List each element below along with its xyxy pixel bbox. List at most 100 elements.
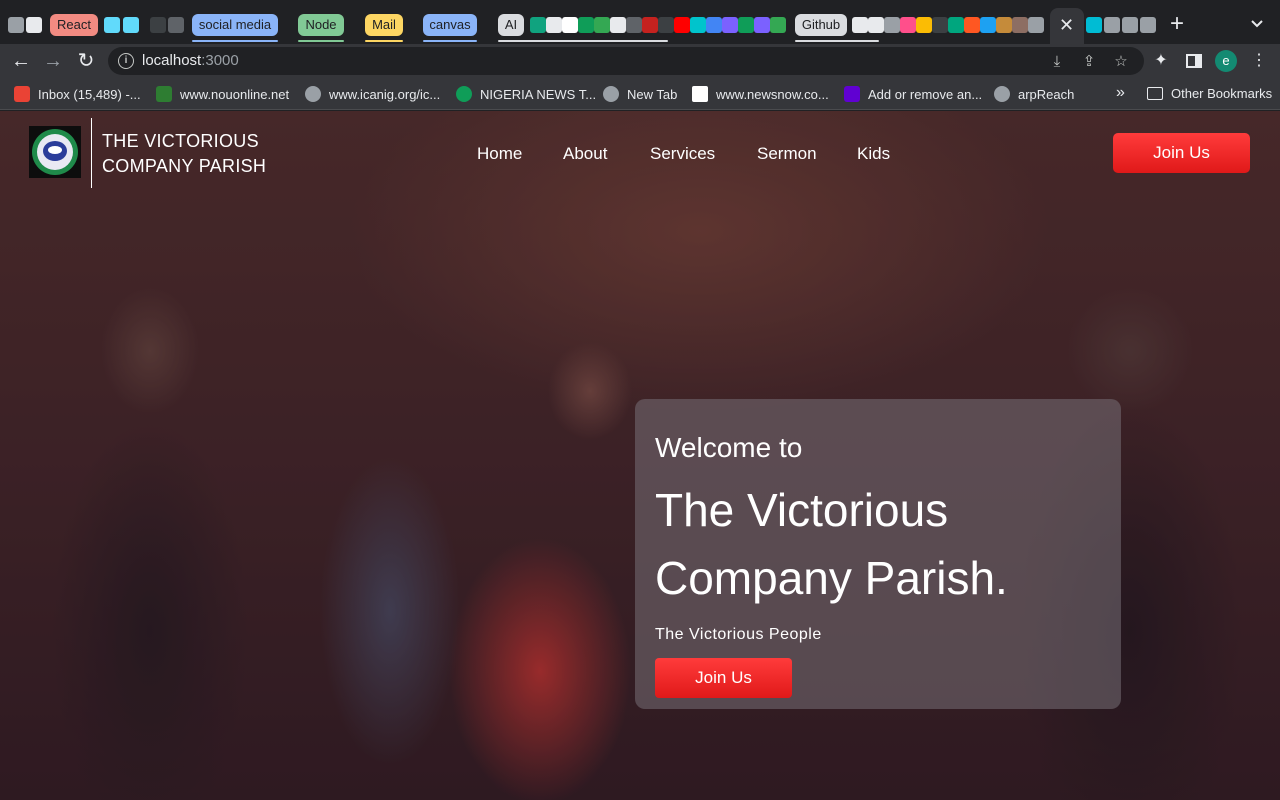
hero-section: THE VICTORIOUS COMPANY PARISH Home About… [0, 111, 1280, 800]
tab-icon[interactable] [900, 17, 916, 33]
tab-group-ai[interactable]: AI [498, 14, 524, 36]
tab-icon[interactable] [932, 17, 948, 33]
tab-icon[interactable] [964, 17, 980, 33]
more-bookmarks-button[interactable]: » [1116, 84, 1125, 102]
tab-group-mail[interactable]: Mail [365, 14, 403, 36]
tab-icon[interactable] [884, 17, 900, 33]
tab-group-social-media[interactable]: social media [192, 14, 278, 36]
maps-tab-icon[interactable] [770, 17, 786, 33]
forward-icon[interactable]: → [42, 50, 64, 72]
noun-icon [156, 86, 172, 102]
tab-strip: React social media Node Mail canvas AI G… [0, 0, 1280, 44]
new-tab-button[interactable]: + [1170, 12, 1184, 36]
tab-group-node[interactable]: Node [298, 14, 344, 36]
tab-icon[interactable] [168, 17, 184, 33]
hero-title-line1: The Victorious [655, 484, 949, 536]
hero-welcome: Welcome to [655, 432, 803, 463]
react-tab-icon[interactable] [123, 17, 139, 33]
react-tab-icon[interactable] [104, 17, 120, 33]
pinned-tab-icon[interactable] [26, 17, 42, 33]
bookmark-item[interactable]: www.nouonline.net [156, 86, 289, 102]
install-app-icon[interactable]: ⤓ [1048, 53, 1066, 71]
other-bookmarks-folder[interactable]: Other Bookmarks [1147, 86, 1272, 101]
dove-icon [48, 146, 62, 154]
active-tab[interactable]: ✕ [1050, 8, 1084, 44]
tab-icon[interactable] [690, 17, 706, 33]
tab-icon[interactable] [1140, 17, 1156, 33]
github-tab-icon[interactable] [852, 17, 868, 33]
newsnow-icon [692, 86, 708, 102]
bookmark-star-icon[interactable]: ☆ [1112, 53, 1130, 71]
tab-search-icon[interactable] [1250, 16, 1264, 30]
tab-icon[interactable] [530, 17, 546, 33]
tab-icon[interactable] [948, 17, 964, 33]
header-join-button[interactable]: Join Us [1113, 133, 1250, 173]
nav-home[interactable]: Home [477, 144, 522, 164]
bookmark-item[interactable]: NIGERIA NEWS T... [456, 86, 596, 102]
address-bar[interactable]: i localhost:3000 ⤓ ⇪ ☆ [108, 47, 1144, 75]
site-brand-name[interactable]: THE VICTORIOUS COMPANY PARISH [102, 129, 266, 179]
tab-icon[interactable] [722, 17, 738, 33]
site-info-icon[interactable]: i [118, 53, 134, 69]
tab-icon[interactable] [642, 17, 658, 33]
tab-group-canvas[interactable]: canvas [423, 14, 477, 36]
nigeria-news-icon [456, 86, 472, 102]
share-icon[interactable]: ⇪ [1080, 53, 1098, 71]
bookmark-item[interactable]: Add or remove an... [844, 86, 982, 102]
tab-group-underline [795, 40, 879, 42]
tab-group-github[interactable]: Github [795, 14, 847, 36]
tab-icon[interactable] [996, 17, 1012, 33]
brand-divider [91, 118, 92, 188]
extensions-icon[interactable]: ✦ [1152, 52, 1170, 70]
nav-about[interactable]: About [563, 144, 607, 164]
tab-icon[interactable] [1104, 17, 1120, 33]
tab-group-underline [423, 40, 477, 42]
close-tab-icon[interactable]: ✕ [1059, 15, 1074, 35]
profile-avatar[interactable]: e [1215, 50, 1237, 72]
youtube-tab-icon[interactable] [674, 17, 690, 33]
hero-join-button[interactable]: Join Us [655, 658, 792, 698]
hero-card: Welcome to The Victorious Company Parish… [635, 399, 1121, 709]
tab-icon[interactable] [578, 17, 594, 33]
yahoo-icon [844, 86, 860, 102]
church-logo[interactable] [29, 126, 81, 178]
tab-icon[interactable] [626, 17, 642, 33]
tab-group-react[interactable]: React [50, 14, 98, 36]
globe-icon [603, 86, 619, 102]
bookmark-item[interactable]: www.newsnow.co... [692, 86, 829, 102]
address-url[interactable]: localhost:3000 [142, 52, 239, 69]
tab-group-underline [498, 40, 668, 42]
tab-group-underline [365, 40, 403, 42]
tab-icon[interactable] [562, 17, 578, 33]
side-panel-icon[interactable] [1185, 52, 1203, 70]
tab-icon[interactable] [916, 17, 932, 33]
bookmark-item[interactable]: arpReach [994, 86, 1074, 102]
nav-services[interactable]: Services [650, 144, 715, 164]
nav-sermon[interactable]: Sermon [757, 144, 817, 164]
tab-icon[interactable] [546, 17, 562, 33]
tab-icon[interactable] [1012, 17, 1028, 33]
reload-icon[interactable]: ↻ [75, 50, 97, 72]
tab-icon[interactable] [610, 17, 626, 33]
bookmark-item[interactable]: New Tab [603, 86, 677, 102]
github-tab-icon[interactable] [868, 17, 884, 33]
back-icon[interactable]: ← [10, 50, 32, 72]
twitter-tab-icon[interactable] [980, 17, 996, 33]
tab-icon[interactable] [1122, 17, 1138, 33]
tab-icon[interactable] [738, 17, 754, 33]
bookmark-item[interactable]: www.icanig.org/ic... [305, 86, 440, 102]
nav-kids[interactable]: Kids [857, 144, 890, 164]
tab-icon[interactable] [658, 17, 674, 33]
pinned-tab-icon[interactable] [8, 17, 24, 33]
bookmark-item[interactable]: Inbox (15,489) -... [14, 86, 141, 102]
bookmarks-bar: Inbox (15,489) -... www.nouonline.net ww… [0, 78, 1280, 110]
tab-icon[interactable] [754, 17, 770, 33]
tab-icon[interactable] [706, 17, 722, 33]
tab-icon[interactable] [1028, 17, 1044, 33]
tab-icon[interactable] [150, 17, 166, 33]
menu-icon[interactable]: ⋮ [1250, 52, 1268, 70]
folder-icon [1147, 87, 1163, 100]
tab-icon[interactable] [594, 17, 610, 33]
tab-icon[interactable] [1086, 17, 1102, 33]
browser-toolbar: ← → ↻ i localhost:3000 ⤓ ⇪ ☆ ✦ e ⋮ [0, 44, 1280, 78]
